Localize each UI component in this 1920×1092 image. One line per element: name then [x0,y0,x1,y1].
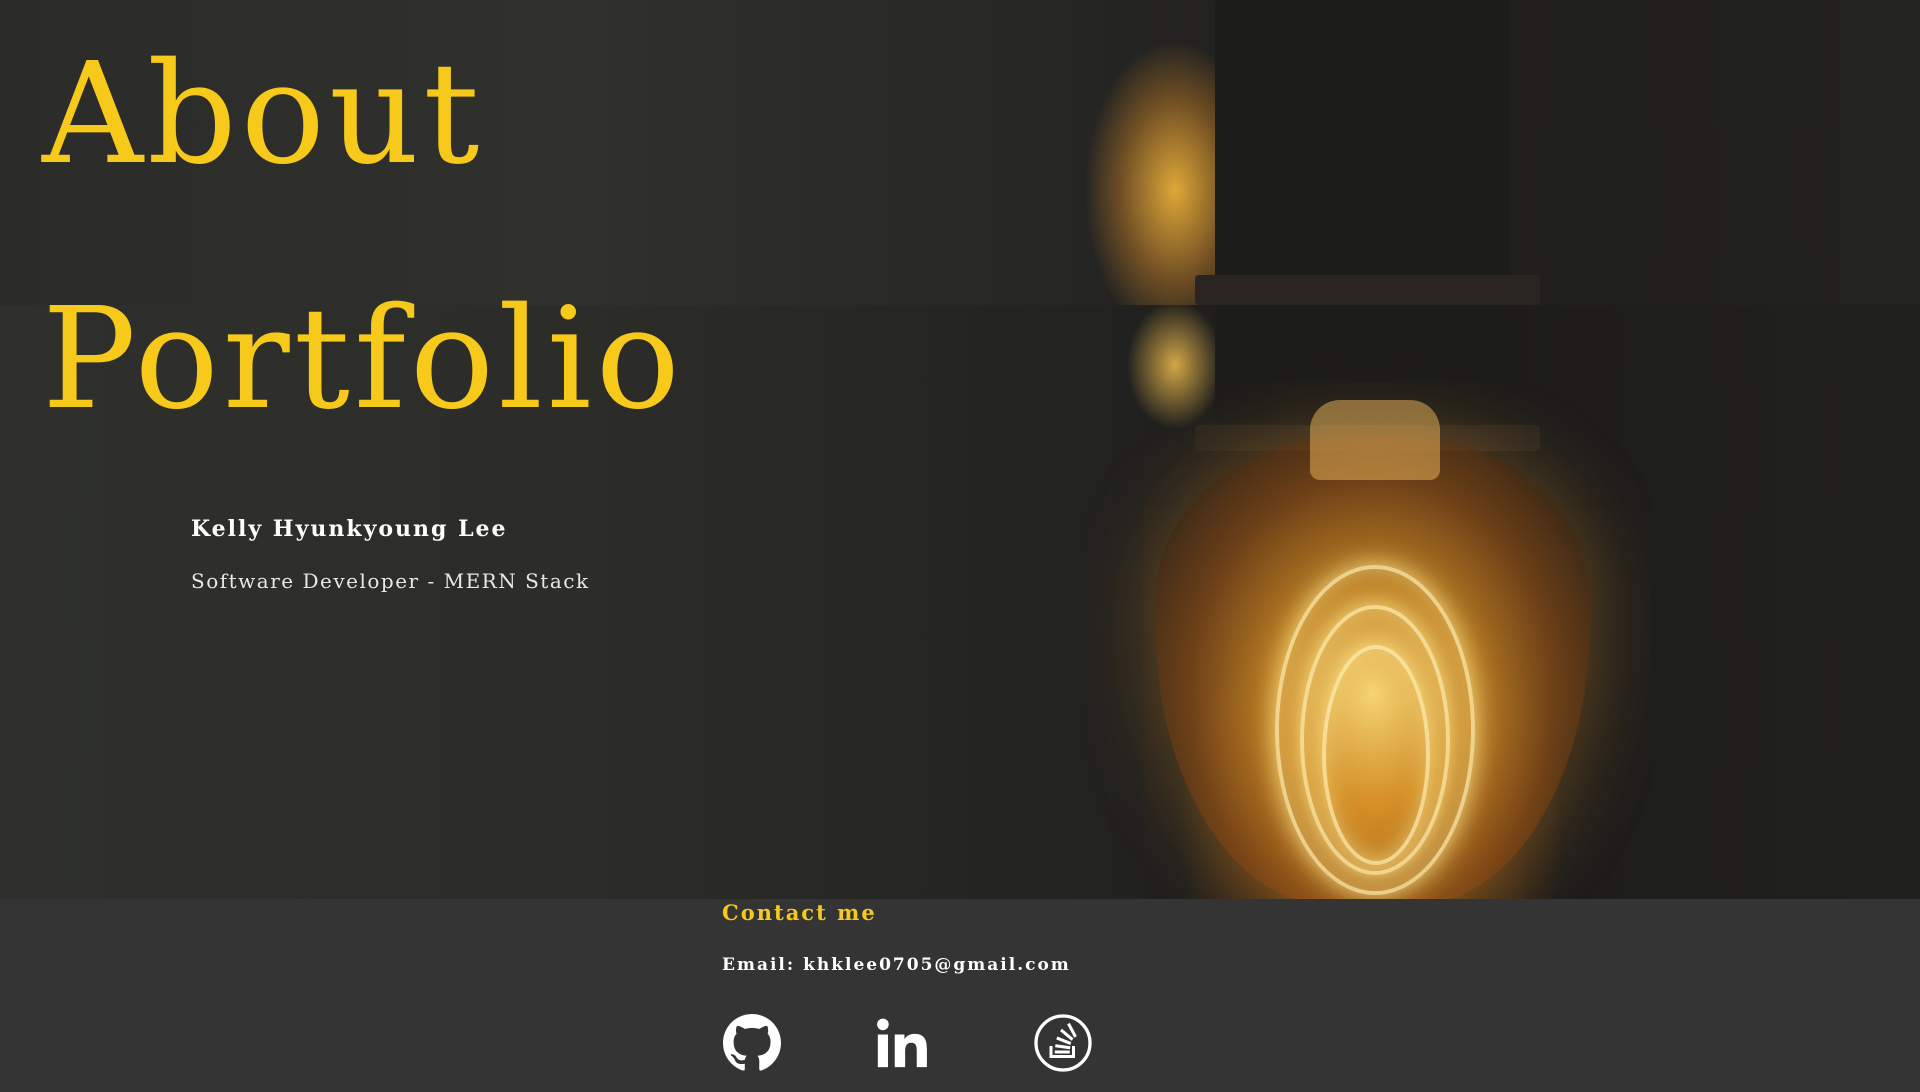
email-text[interactable]: Email: khklee0705@gmail.com [722,955,1071,975]
socket-rim [1195,275,1540,305]
github-link[interactable] [722,1013,782,1073]
contact-heading: Contact me [722,900,877,925]
author-name: Kelly Hyunkyoung Lee [191,516,508,542]
stackoverflow-icon [1034,1014,1092,1072]
linkedin-icon [877,1018,927,1068]
stackoverflow-link[interactable] [1033,1013,1093,1073]
page-title-portfolio: Portfolio [42,278,684,441]
bulb-neck [1310,400,1440,480]
socket-shape [1215,0,1510,290]
page-title-about: About [42,33,484,196]
filament [1322,645,1430,865]
linkedin-link[interactable] [872,1013,932,1073]
github-icon [723,1014,781,1071]
author-role: Software Developer - MERN Stack [191,569,590,593]
